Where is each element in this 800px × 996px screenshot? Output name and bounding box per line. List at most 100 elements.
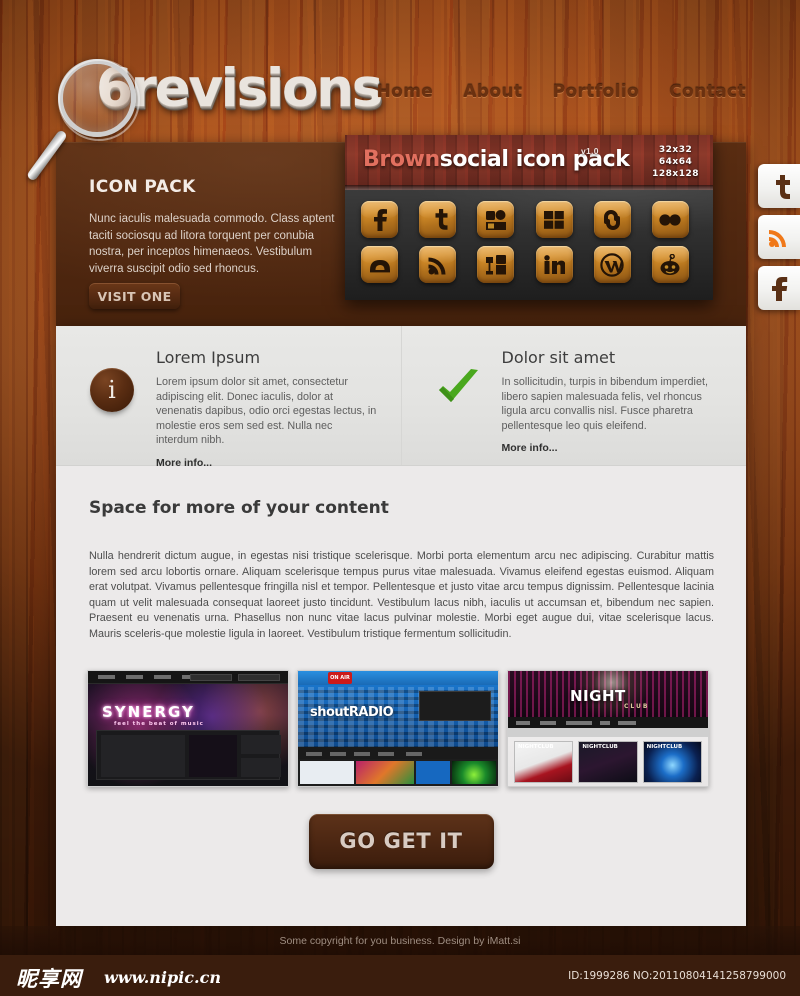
main-heading: Space for more of your content [89,498,389,518]
watermark-bar: 昵享网 www.nipic.cn ID:1999286 NO:201108041… [0,955,800,996]
pack-icon-windows[interactable] [535,201,573,238]
icon-pack-version: v1.0 [581,146,599,156]
social-tab-twitter[interactable] [758,164,800,208]
magnifier-glass-icon [58,59,140,141]
pack-icon-myspace[interactable] [477,201,515,238]
thumbnail-card [452,760,497,784]
pack-icon-rss[interactable] [419,246,457,283]
thumbnail-shout-radio[interactable]: ON AIR shoutRADIO [297,669,499,787]
feature-text: In sollicitudin, turpis in bibendum impe… [501,376,708,432]
more-info-link[interactable]: More info... [502,442,723,454]
rss-icon [769,230,786,247]
social-tabs [758,164,800,317]
thumbnail-card [189,734,237,777]
pack-icon-twitter[interactable] [419,201,457,238]
windows-icon [544,210,564,229]
pack-icon-stumbleupon[interactable] [593,201,631,238]
pack-icon-flickr[interactable] [651,201,689,238]
feature-title: Lorem Ipsum [156,348,261,367]
thumbnail-night-club[interactable]: NIGHT CLUB NIGHTCLUB NIGHTCLUB NIGHTCLUB [507,669,709,787]
promo-title: ICON PACK [89,177,196,197]
rss-icon [428,257,446,274]
nav-item-contact[interactable]: Contact [669,82,746,102]
linkedin-icon [544,254,565,274]
twitter-icon [776,175,790,199]
feature-text: Lorem ipsum dolor sit amet, consectetur … [156,376,377,446]
pack-icon-mixx[interactable] [477,246,515,283]
portfolio-thumbnails: SYNERGY feel the beat of music ON AIR sh… [56,643,746,787]
promo-copy: ICON PACK Nunc iaculis malesuada commodo… [89,177,339,277]
more-info-link[interactable]: More info... [156,457,377,469]
thumbnail-card: NIGHTCLUB [578,740,638,783]
thumbnail-card [300,760,354,784]
main-content-block: Space for more of your content Nulla hen… [56,466,746,643]
thumbnail-title: shoutRADIO [310,704,394,720]
icon-pack-brand-word: Brown [363,147,440,172]
thumbnail-subtitle: CLUB [624,702,650,710]
main-navigation: Home About Portfolio Contact [376,82,746,102]
feature-dolor-sit-amet: Dolor sit amet In sollicitudin, turpis i… [400,326,747,465]
go-get-it-button[interactable]: GO GET IT [308,813,494,869]
check-icon [438,369,478,402]
thumbnail-card-row: NIGHTCLUB NIGHTCLUB NIGHTCLUB [514,740,702,783]
feature-icon-wrapper: i [82,348,142,465]
feature-lorem-ipsum: i Lorem Ipsum Lorem ipsum dolor sit amet… [56,326,401,469]
nav-item-about[interactable]: About [463,82,522,102]
feature-title: Dolor sit amet [501,348,616,367]
social-tab-rss[interactable] [758,215,800,259]
pack-icon-linkedin[interactable] [535,246,573,283]
thumbnail-card [101,734,185,777]
cta-wrapper: GO GET IT [56,787,746,869]
deviantart-icon [369,259,390,272]
thumbnail-title: NIGHT [570,686,626,705]
feature-icon-wrapper [428,348,488,465]
social-icon-grid [361,201,697,283]
thumbnail-card [241,757,281,777]
on-air-badge: ON AIR [328,671,352,684]
main-body-text: Nulla hendrerit dictum augue, in egestas… [89,550,714,640]
reddit-icon [660,253,680,275]
feature-body: Dolor sit amet In sollicitudin, turpis i… [502,348,723,465]
mixx-icon [485,254,506,274]
facebook-icon [772,277,788,301]
nav-item-home[interactable]: Home [376,82,433,102]
pack-icon-reddit[interactable] [651,246,689,283]
icon-pack-sizes: 32x32 64x64 128x128 [652,145,699,179]
feature-columns: i Lorem Ipsum Lorem ipsum dolor sit amet… [56,326,747,469]
watermark-site-name: 昵享网 [16,967,82,991]
visit-one-button[interactable]: VISIT ONE [89,283,180,309]
feature-body: Lorem Ipsum Lorem ipsum dolor sit amet, … [156,348,377,469]
thumbnail-nav [508,716,708,728]
thumbnail-card [355,760,415,784]
watermark-id: ID:1999286 NO:20110804141258799000 [568,970,786,982]
thumbnail-synergy[interactable]: SYNERGY feel the beat of music [87,669,289,787]
thumbnail-card-label: NIGHTCLUB [582,743,618,750]
pack-icon-facebook[interactable] [361,201,398,238]
thumbnail-player [419,690,491,721]
site-header: 6revisions Home About Portfolio Contact [0,0,800,182]
info-icon: i [90,368,134,412]
content-panel: i Lorem Ipsum Lorem ipsum dolor sit amet… [56,326,746,926]
pack-icon-wordpress[interactable] [593,246,631,283]
wordpress-icon [600,252,624,277]
thumbnail-card [241,734,281,754]
thumbnail-card-label: NIGHTCLUB [518,743,554,750]
thumbnail-bottom-strip [298,758,498,786]
nav-item-portfolio[interactable]: Portfolio [552,82,639,102]
promo-text: Nunc iaculis malesuada commodo. Class ap… [89,213,335,275]
icon-pack-title-rest: social icon pack [439,147,630,172]
icon-pack-header: Brownsocial icon pack v1.0 32x32 64x64 1… [345,135,713,190]
icon-pack-grid-area [345,190,713,300]
myspace-icon [485,209,506,230]
thumbnail-title: SYNERGY [102,702,195,721]
twitter-icon [435,208,448,230]
facebook-icon [373,208,387,231]
pack-icon-deviantart[interactable] [361,246,398,283]
footer-copyright: Some copyright for you business. Design … [279,934,521,947]
thumbnail-subtitle: feel the beat of music [114,720,204,727]
site-logo[interactable]: 6revisions [25,58,383,182]
icon-pack-card: Brownsocial icon pack v1.0 32x32 64x64 1… [345,135,713,300]
social-tab-facebook[interactable] [758,266,800,310]
thumbnail-card: NIGHTCLUB [514,740,574,783]
stumbleupon-icon [604,209,621,230]
